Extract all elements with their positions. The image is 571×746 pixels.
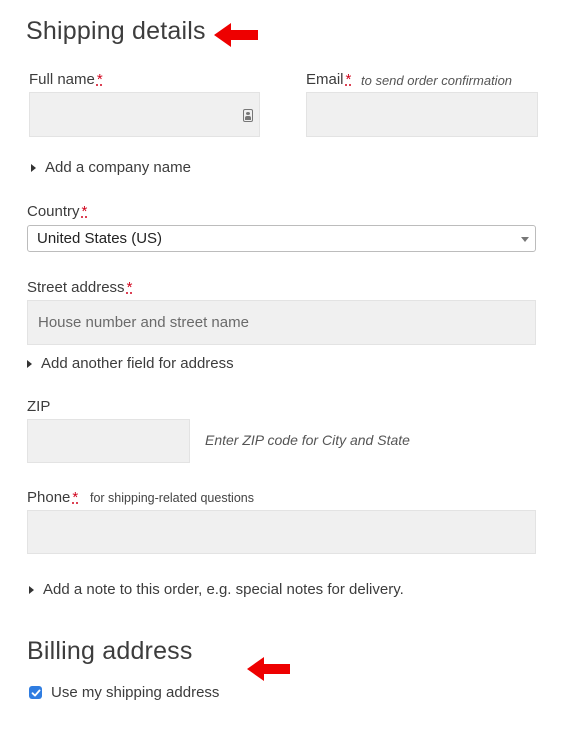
full-name-label: Full name * (29, 71, 103, 88)
required-marker: * (126, 279, 133, 296)
dropdown-caret-icon[interactable] (521, 237, 529, 242)
zip-input[interactable] (27, 419, 190, 463)
caret-right-icon (27, 359, 32, 368)
caret-right-icon (29, 585, 34, 594)
phone-hint: for shipping-related questions (90, 491, 254, 505)
email-hint: to send order confirmation (361, 73, 513, 88)
required-marker: * (345, 71, 352, 88)
shipping-details-heading: Shipping details (26, 17, 206, 45)
caret-right-icon (31, 163, 36, 172)
use-shipping-address-checkbox[interactable] (29, 686, 42, 699)
zip-hint: Enter ZIP code for City and State (205, 432, 410, 448)
red-left-arrow-icon (214, 23, 258, 47)
email-label: Email * (306, 71, 352, 88)
use-shipping-address-option[interactable]: Use my shipping address (29, 684, 219, 701)
use-shipping-address-label: Use my shipping address (51, 684, 220, 701)
country-select[interactable]: United States (US) (27, 225, 536, 252)
country-label: Country * (27, 203, 88, 220)
required-marker: * (81, 203, 88, 220)
contact-card-icon[interactable] (243, 109, 253, 122)
zip-label: ZIP (27, 398, 51, 415)
required-marker: * (96, 71, 103, 88)
add-company-toggle[interactable]: Add a company name (31, 159, 191, 176)
billing-address-heading: Billing address (27, 637, 193, 665)
street-address-input[interactable]: House number and street name (27, 300, 536, 345)
add-address-field-toggle[interactable]: Add another field for address (27, 355, 234, 372)
red-left-arrow-icon (247, 657, 290, 681)
street-address-label: Street address * (27, 279, 133, 296)
email-input[interactable] (306, 92, 538, 137)
phone-input[interactable] (27, 510, 536, 554)
full-name-input[interactable] (29, 92, 260, 137)
required-marker: * (72, 489, 79, 506)
add-order-note-toggle[interactable]: Add a note to this order, e.g. special n… (29, 581, 404, 598)
phone-label: Phone * (27, 489, 79, 506)
